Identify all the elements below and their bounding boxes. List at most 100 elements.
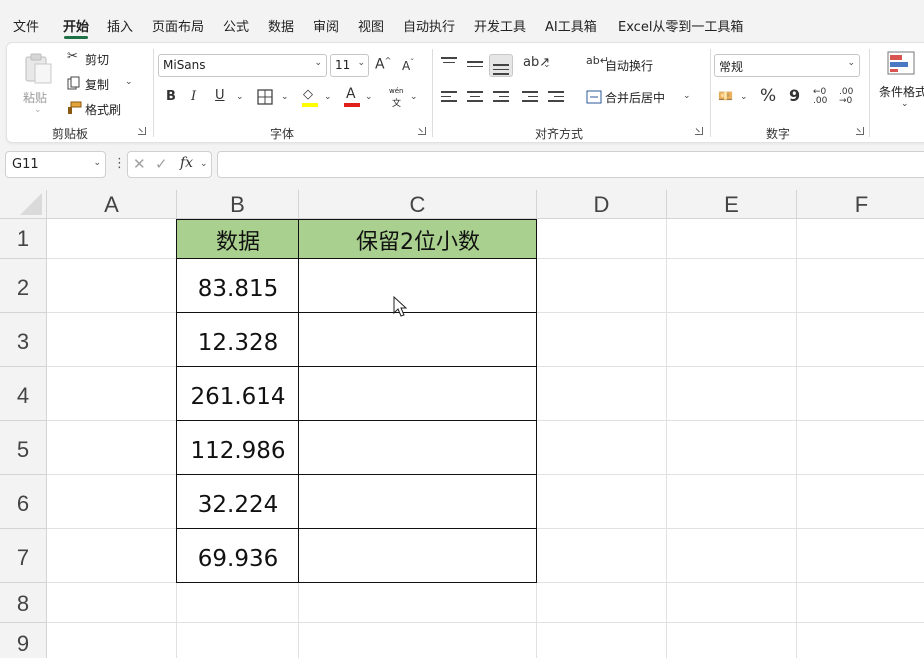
increase-indent-icon[interactable] [548,91,564,105]
row-header-5[interactable]: 5 [0,421,47,475]
row-header-2[interactable]: 2 [0,259,47,313]
borders-icon[interactable] [257,89,273,105]
cell-c4[interactable] [298,366,537,421]
cell-c3[interactable] [298,312,537,367]
tab-page-layout[interactable]: 页面布局 [152,16,204,35]
align-middle-icon[interactable] [467,61,483,70]
chevron-down-icon[interactable]: ⌄ [543,60,551,70]
align-bottom-icon [493,64,509,78]
tab-ai-toolbox[interactable]: AI工具箱 [545,16,597,35]
bold-button[interactable]: B [166,90,176,103]
conditional-formatting-button[interactable]: 条件格式 ⌄ [875,49,924,119]
copy-button[interactable]: 复制 ⌄ [65,74,137,92]
currency-icon[interactable]: 💴 [718,90,733,102]
column-header-a[interactable]: A [47,190,177,219]
cell-c5[interactable] [298,420,537,475]
cancel-icon[interactable]: ✕ [133,157,146,172]
tab-view[interactable]: 视图 [358,16,384,35]
row-header-1[interactable]: 1 [0,219,47,259]
merge-center-button[interactable]: 合并后居中 ⌄ [586,87,696,107]
chevron-down-icon: ⌄ [93,158,101,168]
chevron-down-icon[interactable]: ⌄ [365,92,373,102]
tab-formulas[interactable]: 公式 [223,16,249,35]
tab-automate[interactable]: 自动执行 [403,16,455,35]
cell-b4[interactable]: 261.614 [176,366,299,421]
enter-icon[interactable]: ✓ [155,157,168,172]
align-bottom-button[interactable] [489,54,513,77]
cell-b7[interactable]: 69.936 [176,528,299,583]
name-box[interactable]: G11 ⌄ [5,151,106,178]
tab-insert[interactable]: 插入 [107,16,133,35]
chevron-down-icon[interactable]: ⌄ [740,92,748,102]
decrease-decimal-icon[interactable]: .00 →0 [839,88,853,106]
fill-color-button[interactable]: ◇ [301,87,321,109]
ribbon-separator [153,49,154,137]
tab-excel-toolbox[interactable]: Excel从零到一工具箱 [618,16,743,35]
chevron-down-icon[interactable]: ⌄ [410,92,418,102]
align-left-icon[interactable] [441,91,457,105]
row-header-3[interactable]: 3 [0,313,47,367]
phonetic-button[interactable]: wén 文 [387,87,409,109]
column-header-d[interactable]: D [537,190,667,219]
paste-button[interactable]: 粘贴 ⌄ [17,49,59,119]
row-header-9[interactable]: 9 [0,623,47,658]
cell-b1[interactable]: 数据 [176,219,299,259]
cell-c2[interactable] [298,258,537,313]
row-header-8[interactable]: 8 [0,583,47,623]
chevron-down-icon: ⌄ [357,58,365,68]
tab-data[interactable]: 数据 [268,16,294,35]
formula-input[interactable] [217,151,924,178]
font-name-select[interactable]: MiSans ⌄ [158,54,327,77]
alignment-launcher-icon[interactable] [695,127,703,135]
grow-font-button[interactable]: A^ [375,57,391,72]
cell-b6[interactable]: 32.224 [176,474,299,529]
cell-b5[interactable]: 112.986 [176,420,299,475]
column-header-f[interactable]: F [797,190,924,219]
chevron-down-icon[interactable]: ⌄ [281,92,289,102]
column-header-c[interactable]: C [299,190,537,219]
cell-b2[interactable]: 83.815 [176,258,299,313]
cut-button[interactable]: ✂ 剪切 [65,49,125,67]
menu-bar: 文件 开始 插入 页面布局 公式 数据 审阅 视图 自动执行 开发工具 AI工具… [0,6,924,39]
align-right-icon[interactable] [493,91,509,105]
chevron-down-icon[interactable]: ⌄ [200,159,208,169]
italic-button[interactable]: I [191,90,196,103]
row-header-6[interactable]: 6 [0,475,47,529]
number-format-select[interactable]: 常规 ⌄ [714,54,860,77]
insert-function-button[interactable]: fx [180,156,193,170]
font-size-select[interactable]: 11 ⌄ [330,54,369,77]
chevron-down-icon[interactable]: ⌄ [324,92,332,102]
cell-c7[interactable] [298,528,537,583]
row-header-4[interactable]: 4 [0,367,47,421]
clipboard-launcher-icon[interactable] [138,127,146,135]
decrease-indent-icon[interactable] [522,91,538,105]
underline-button[interactable]: U [215,89,225,102]
font-launcher-icon[interactable] [418,127,426,135]
tab-developer[interactable]: 开发工具 [474,16,526,35]
chevron-down-icon[interactable]: ⌄ [236,92,244,102]
chevron-down-icon: ⌄ [683,91,691,101]
conditional-formatting-icon [887,51,915,75]
worksheet-grid[interactable]: A B C D E F 1 2 3 4 5 6 7 8 9 数据 保留2位小数 … [0,190,924,658]
number-launcher-icon[interactable] [856,127,864,135]
cell-b3[interactable]: 12.328 [176,312,299,367]
tab-home[interactable]: 开始 [63,16,89,35]
format-painter-button[interactable]: 格式刷 [65,99,135,117]
column-header-e[interactable]: E [667,190,797,219]
cell-c1[interactable]: 保留2位小数 [298,219,537,259]
align-top-icon[interactable] [441,57,457,66]
cell-c6[interactable] [298,474,537,529]
align-center-icon[interactable] [467,91,483,105]
row-header-7[interactable]: 7 [0,529,47,583]
column-header-b[interactable]: B [177,190,299,219]
comma-style-button[interactable]: 9 [789,88,800,104]
more-options-icon[interactable]: ⋮ [113,157,126,170]
shrink-font-button[interactable]: Aˇ [402,59,414,73]
tab-file[interactable]: 文件 [13,16,39,35]
tab-review[interactable]: 审阅 [313,16,339,35]
font-color-button[interactable]: A [344,87,362,109]
percent-button[interactable]: % [760,88,776,105]
increase-decimal-icon[interactable]: ←0.00 [813,88,827,106]
wrap-text-button[interactable]: ab↵ 自动换行 [586,55,666,75]
select-all-button[interactable] [0,190,47,219]
